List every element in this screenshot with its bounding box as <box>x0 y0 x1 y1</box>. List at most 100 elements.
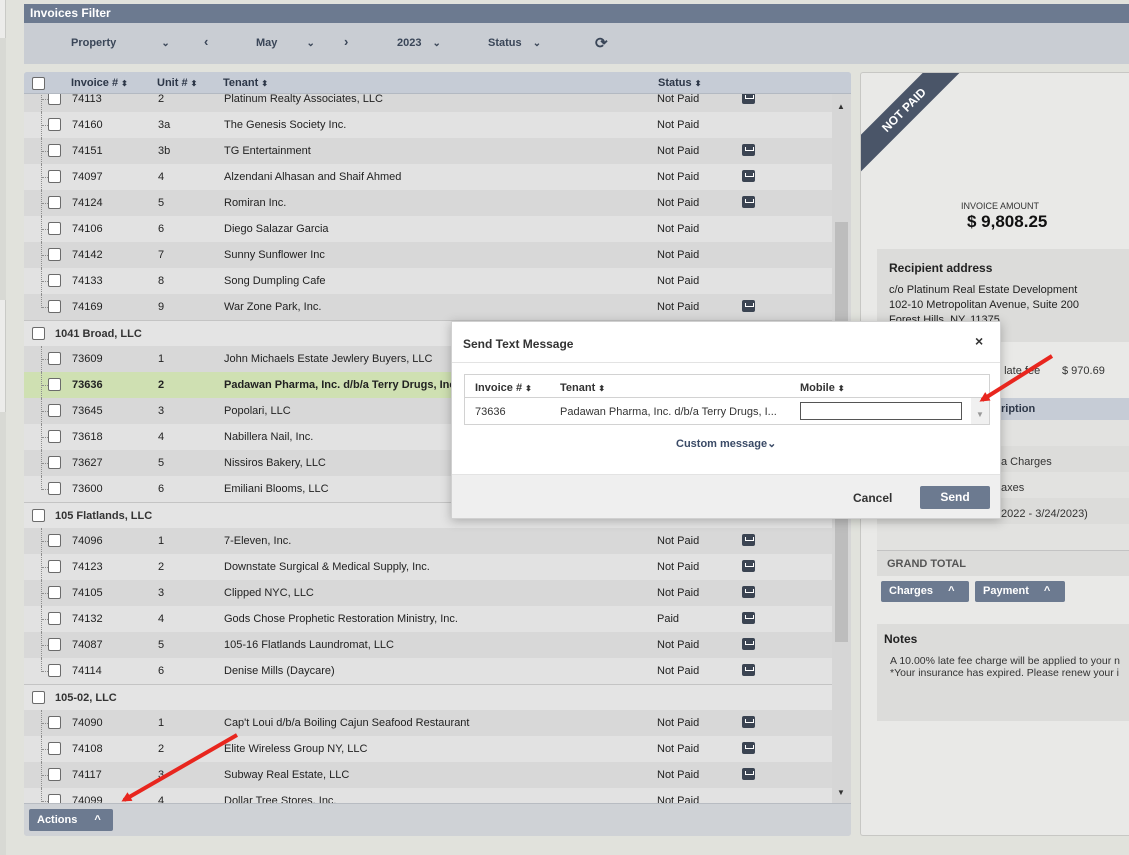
col-invoice-header[interactable]: Invoice # ⬍ <box>71 77 128 89</box>
row-checkbox[interactable] <box>48 144 61 157</box>
row-checkbox[interactable] <box>48 742 61 755</box>
message-icon[interactable] <box>742 144 755 156</box>
invoice-row[interactable]: 74169 9 War Zone Park, Inc. Not Paid <box>24 294 832 320</box>
row-checkbox[interactable] <box>48 274 61 287</box>
message-icon[interactable] <box>742 94 755 104</box>
message-icon[interactable] <box>742 664 755 676</box>
col-status-header[interactable]: Status ⬍ <box>658 77 701 89</box>
message-icon[interactable] <box>742 638 755 650</box>
invoice-row[interactable]: 74105 3 Clipped NYC, LLC Not Paid <box>24 580 832 606</box>
row-checkbox[interactable] <box>48 222 61 235</box>
month-dropdown[interactable]: May ⌄ <box>256 37 315 49</box>
row-checkbox[interactable] <box>48 378 61 391</box>
send-button[interactable]: Send <box>920 486 990 509</box>
payment-button[interactable]: Payment ^ <box>975 581 1065 602</box>
invoice-row[interactable]: 74106 6 Diego Salazar Garcia Not Paid <box>24 216 832 242</box>
invoice-row[interactable]: 74087 5 105-16 Flatlands Laundromat, LLC No… <box>24 632 832 658</box>
row-checkbox[interactable] <box>48 482 61 495</box>
row-checkbox[interactable] <box>48 118 61 131</box>
invoice-row[interactable]: 74142 7 Sunny Sunflower Inc Not Paid <box>24 242 832 268</box>
group-checkbox[interactable] <box>32 691 45 704</box>
invoice-row[interactable]: 74090 1 Cap't Loui d/b/a Boiling Cajun Sea… <box>24 710 832 736</box>
charges-button[interactable]: Charges ^ <box>881 581 969 602</box>
modal-col-mobile[interactable]: Mobile ⬍ <box>800 382 845 394</box>
status-value: Not Paid <box>657 665 700 677</box>
message-icon[interactable] <box>742 586 755 598</box>
scroll-up-icon[interactable]: ▲ <box>837 102 845 111</box>
sort-icon: ⬍ <box>837 384 845 393</box>
status-value: Not Paid <box>657 743 700 755</box>
row-checkbox[interactable] <box>48 94 61 105</box>
custom-message-label: Custom message <box>676 438 768 450</box>
group-checkbox[interactable] <box>32 327 45 340</box>
invoice-row[interactable]: 74097 4 Alzendani Alhasan and Shaif Ahmed N… <box>24 164 832 190</box>
modal-col-invoice[interactable]: Invoice # ⬍ <box>475 382 532 394</box>
row-checkbox[interactable] <box>48 794 61 803</box>
message-icon[interactable] <box>742 196 755 208</box>
tenant-name: War Zone Park, Inc. <box>224 301 322 313</box>
row-checkbox[interactable] <box>48 664 61 677</box>
property-dropdown[interactable]: Property ⌄ <box>71 37 170 49</box>
tree-line <box>41 294 42 308</box>
chevron-right-icon: › <box>344 34 349 49</box>
row-checkbox[interactable] <box>48 430 61 443</box>
group-checkbox[interactable] <box>32 509 45 522</box>
actions-button[interactable]: Actions ^ <box>29 809 113 831</box>
message-icon[interactable] <box>742 170 755 182</box>
invoice-row[interactable]: 74132 4 Gods Chose Prophetic Restoration M… <box>24 606 832 632</box>
row-checkbox[interactable] <box>48 248 61 261</box>
prev-month-button[interactable]: ‹ <box>204 34 208 49</box>
row-checkbox[interactable] <box>48 586 61 599</box>
invoice-row[interactable]: 74151 3b TG Entertainment Not Paid <box>24 138 832 164</box>
message-icon[interactable] <box>742 612 755 624</box>
next-month-button[interactable]: › <box>344 34 348 49</box>
row-checkbox[interactable] <box>48 560 61 573</box>
message-icon[interactable] <box>742 300 755 312</box>
message-icon[interactable] <box>742 560 755 572</box>
col-unit-header[interactable]: Unit # ⬍ <box>157 77 197 89</box>
custom-message-toggle[interactable]: Custom message⌄ <box>676 437 776 450</box>
row-checkbox[interactable] <box>48 612 61 625</box>
message-icon[interactable] <box>742 534 755 546</box>
invoice-row[interactable]: 74123 2 Downstate Surgical & Medical Suppl… <box>24 554 832 580</box>
row-checkbox[interactable] <box>48 638 61 651</box>
modal-col-tenant[interactable]: Tenant ⬍ <box>560 382 605 394</box>
invoice-row[interactable]: 74117 3 Subway Real Estate, LLC Not Paid <box>24 762 832 788</box>
invoice-number: 74117 <box>72 769 102 781</box>
notes-title: Notes <box>884 632 918 646</box>
row-checkbox[interactable] <box>48 196 61 209</box>
property-group-name: 105-02, LLC <box>55 692 117 704</box>
cancel-button[interactable]: Cancel <box>853 491 892 505</box>
row-checkbox[interactable] <box>48 716 61 729</box>
col-tenant-header[interactable]: Tenant ⬍ <box>223 77 268 89</box>
mobile-input[interactable] <box>800 402 962 420</box>
row-checkbox[interactable] <box>48 768 61 781</box>
row-checkbox[interactable] <box>48 352 61 365</box>
invoice-row[interactable]: 74108 2 Elite Wireless Group NY, LLC Not Pa… <box>24 736 832 762</box>
invoice-row[interactable]: 74160 3a The Genesis Society Inc. Not Paid <box>24 112 832 138</box>
row-checkbox[interactable] <box>48 404 61 417</box>
message-icon[interactable] <box>742 716 755 728</box>
property-group-row[interactable]: 105-02, LLC <box>24 684 832 710</box>
tenant-name: Dollar Tree Stores, Inc. <box>224 795 337 803</box>
scroll-down-icon[interactable]: ▼ <box>837 788 845 797</box>
select-all-checkbox[interactable] <box>32 77 45 90</box>
message-icon[interactable] <box>742 768 755 780</box>
year-dropdown[interactable]: 2023 ⌄ <box>397 37 441 49</box>
status-dropdown[interactable]: Status ⌄ <box>488 37 541 49</box>
invoice-row[interactable]: 74096 1 7-Eleven, Inc. Not Paid <box>24 528 832 554</box>
invoice-row[interactable]: 74113 2 Platinum Realty Associates, LLC Not… <box>24 94 832 112</box>
invoice-row[interactable]: 74133 8 Song Dumpling Cafe Not Paid <box>24 268 832 294</box>
unit-number: 3 <box>158 769 165 781</box>
table-scrollbar[interactable]: ▼ <box>971 398 989 424</box>
row-checkbox[interactable] <box>48 534 61 547</box>
row-checkbox[interactable] <box>48 456 61 469</box>
refresh-button[interactable]: ⟳ <box>595 34 608 52</box>
invoice-row[interactable]: 74124 5 Romiran Inc. Not Paid <box>24 190 832 216</box>
invoice-row[interactable]: 74099 4 Dollar Tree Stores, Inc. Not Paid <box>24 788 832 803</box>
message-icon[interactable] <box>742 742 755 754</box>
invoice-row[interactable]: 74114 6 Denise Mills (Daycare) Not Paid <box>24 658 832 684</box>
close-icon[interactable]: × <box>975 333 983 349</box>
row-checkbox[interactable] <box>48 170 61 183</box>
row-checkbox[interactable] <box>48 300 61 313</box>
